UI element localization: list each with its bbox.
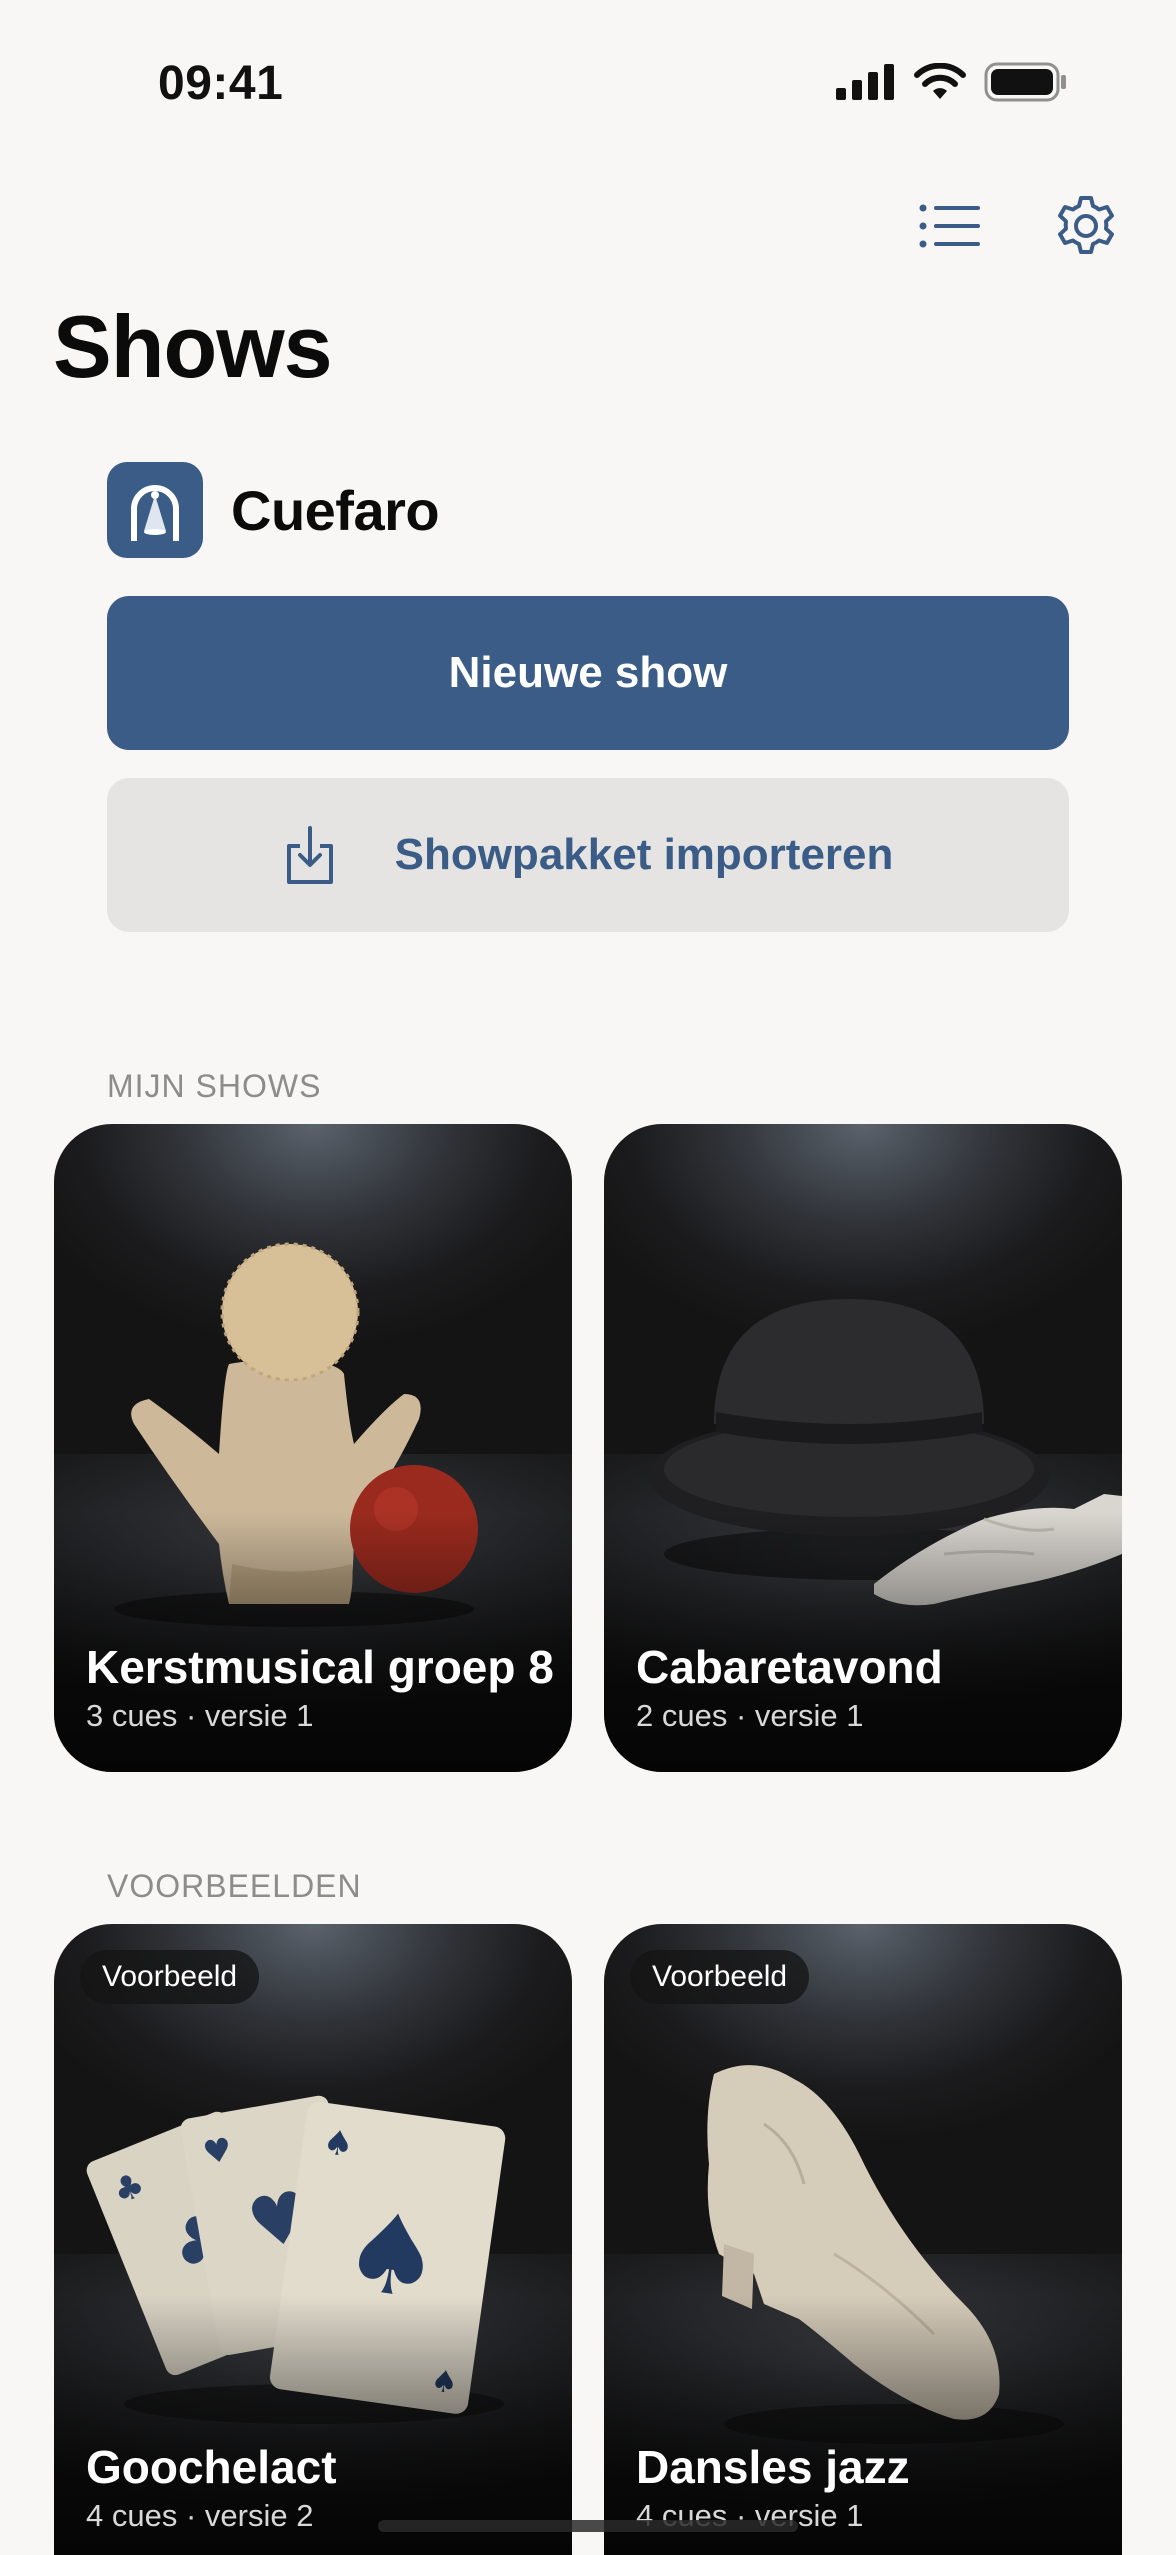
import-package-button[interactable]: Showpakket importeren (107, 778, 1069, 932)
example-badge: Voorbeeld (80, 1950, 260, 2004)
import-package-label: Showpakket importeren (394, 830, 894, 879)
signal-icon (836, 64, 894, 100)
spotlight-logo-icon (107, 462, 203, 558)
status-bar: 09:41 (0, 0, 1176, 170)
new-show-button[interactable]: Nieuwe show (107, 596, 1069, 750)
example-card[interactable]: Voorbeeld Dansles jazz 4 cues · versie 1 (604, 1924, 1122, 2555)
example-card-title: Goochelact (86, 2441, 337, 2493)
brand: Cuefaro (107, 462, 440, 558)
show-card[interactable]: Cabaretavond 2 cues · versie 1 (604, 1124, 1122, 1772)
list-icon (919, 204, 980, 248)
section-label-examples: VOORBEELDEN (107, 1868, 362, 1904)
gear-icon (1058, 196, 1114, 254)
example-card-meta: 4 cues · versie 2 (86, 2498, 314, 2533)
battery-icon (984, 62, 1066, 102)
show-card-title: Cabaretavond (636, 1641, 943, 1693)
section-label-my-shows: MIJN SHOWS (107, 1068, 322, 1104)
brand-name: Cuefaro (231, 478, 440, 542)
show-card-title: Kerstmusical groep 8 (86, 1641, 554, 1693)
wifi-icon (914, 63, 966, 99)
list-view-button[interactable] (914, 190, 986, 262)
home-indicator[interactable] (378, 2520, 798, 2532)
status-time: 09:41 (158, 57, 284, 110)
download-tray-icon (286, 826, 333, 884)
status-icons (836, 62, 1068, 102)
example-card[interactable]: ♣ ♣ ♥ ♥ ♠ ♠ ♠ Voorbeeld Goochelact 4 cue… (54, 1924, 572, 2555)
page-title: Shows (53, 297, 333, 396)
show-card[interactable]: Kerstmusical groep 8 3 cues · versie 1 (54, 1124, 572, 1772)
show-card-meta: 3 cues · versie 1 (86, 1698, 314, 1733)
show-card-meta: 2 cues · versie 1 (636, 1698, 864, 1733)
example-badge: Voorbeeld (630, 1950, 810, 2004)
example-card-title: Dansles jazz (636, 2441, 910, 2493)
svg-text:♠: ♠ (320, 2122, 356, 2166)
settings-button[interactable] (1050, 190, 1122, 262)
